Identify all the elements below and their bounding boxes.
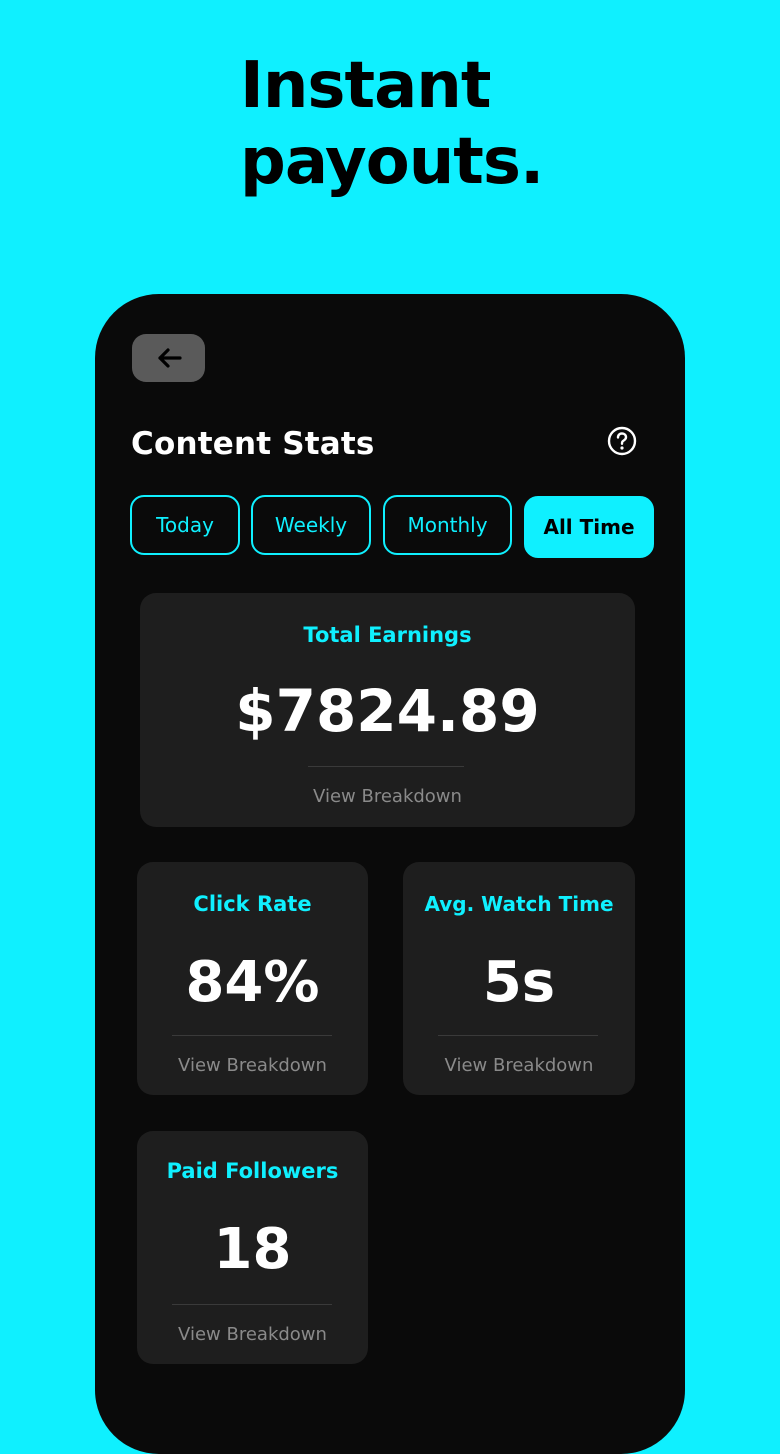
total-earnings-value: $7824.89 bbox=[235, 677, 540, 745]
card-title: Total Earnings bbox=[303, 623, 472, 647]
click-rate-card: Click Rate 84% View Breakdown bbox=[137, 862, 368, 1095]
view-breakdown-link[interactable]: View Breakdown bbox=[137, 1324, 368, 1345]
card-title: Paid Followers bbox=[166, 1159, 339, 1183]
phone-screen: Content Stats Today Weekly Monthly All T… bbox=[95, 294, 685, 1454]
view-breakdown-link[interactable]: View Breakdown bbox=[403, 1055, 635, 1076]
help-button[interactable] bbox=[606, 425, 638, 457]
page-title: Content Stats bbox=[131, 426, 375, 462]
tab-today[interactable]: Today bbox=[130, 495, 240, 555]
arrow-left-icon bbox=[157, 348, 182, 368]
headline: Instant payouts. bbox=[240, 48, 700, 200]
total-earnings-card: Total Earnings $7824.89 View Breakdown bbox=[140, 593, 635, 827]
card-title: Click Rate bbox=[193, 892, 312, 916]
back-button[interactable] bbox=[132, 334, 205, 382]
view-breakdown-link[interactable]: View Breakdown bbox=[137, 1055, 368, 1076]
view-breakdown-link[interactable]: View Breakdown bbox=[140, 786, 635, 807]
click-rate-value: 84% bbox=[185, 950, 320, 1015]
tab-weekly[interactable]: Weekly bbox=[251, 495, 371, 555]
card-divider bbox=[438, 1035, 598, 1036]
paid-followers-value: 18 bbox=[213, 1217, 292, 1282]
headline-line-1: Instant bbox=[240, 49, 491, 123]
card-divider bbox=[172, 1304, 332, 1305]
avg-watch-time-card: Avg. Watch Time 5s View Breakdown bbox=[403, 862, 635, 1095]
tab-monthly[interactable]: Monthly bbox=[383, 495, 512, 555]
card-divider bbox=[172, 1035, 332, 1036]
question-circle-icon bbox=[607, 426, 637, 456]
headline-line-2: payouts. bbox=[240, 125, 544, 199]
paid-followers-card: Paid Followers 18 View Breakdown bbox=[137, 1131, 368, 1364]
card-title: Avg. Watch Time bbox=[424, 892, 614, 916]
card-divider bbox=[308, 766, 464, 767]
avg-watch-time-value: 5s bbox=[482, 950, 556, 1015]
tab-all-time[interactable]: All Time bbox=[524, 496, 654, 558]
